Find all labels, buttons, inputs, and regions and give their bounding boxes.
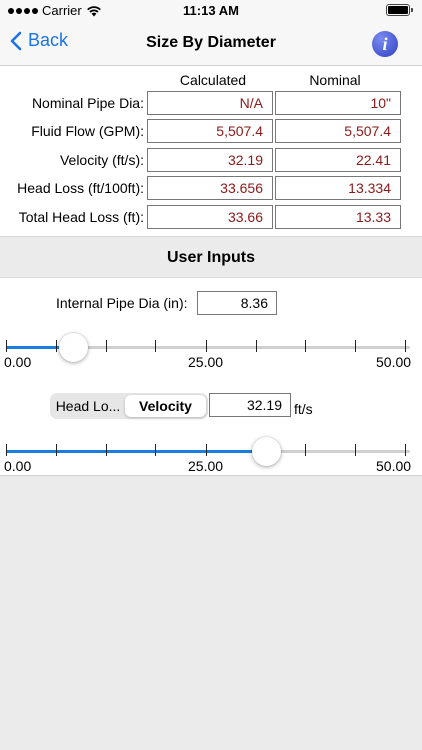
slider-min-label: 0.00	[4, 458, 32, 474]
battery-icon	[386, 4, 413, 16]
calculated-header: Calculated	[179, 72, 247, 88]
slider-tick	[6, 444, 7, 456]
slider-thumb[interactable]	[251, 437, 281, 466]
slider-tick	[305, 340, 306, 352]
slider-max-label: 50.00	[376, 458, 412, 474]
slider-tick	[56, 444, 57, 456]
calculated-velocity: 32.19	[147, 148, 273, 172]
slider-fill	[6, 450, 267, 453]
nominal-fluid-flow: 5,507.4	[275, 119, 401, 143]
slider-tick	[155, 340, 156, 352]
slider-tick	[206, 444, 207, 456]
velocity-input[interactable]: 32.19	[209, 393, 291, 417]
velocity-slider[interactable]: 0.00 25.00 50.00	[0, 434, 422, 474]
slider-tick	[56, 340, 57, 352]
slider-tick	[405, 340, 406, 352]
slider-mid-label: 25.00	[188, 354, 224, 370]
calculated-head-loss: 33.656	[147, 176, 273, 200]
velocity-segment[interactable]: Velocity	[125, 395, 206, 417]
calculated-fluid-flow: 5,507.4	[147, 119, 273, 143]
user-inputs-panel: Internal Pipe Dia (in): 8.36 0.00 25.00 …	[0, 278, 422, 476]
pipe-dia-slider[interactable]: 0.00 25.00 50.00	[0, 330, 422, 370]
slider-tick	[206, 340, 207, 352]
results-table: Calculated Nominal Nominal Pipe Dia: N/A…	[0, 66, 422, 236]
slider-tick	[355, 340, 356, 352]
row-label-fluid-flow: Fluid Flow (GPM):	[31, 123, 144, 139]
slider-tick	[355, 444, 356, 456]
slider-tick	[106, 444, 107, 456]
slider-tick	[106, 340, 107, 352]
pipe-dia-input[interactable]: 8.36	[197, 291, 277, 315]
slider-min-label: 0.00	[4, 354, 32, 370]
navigation-bar: Back Size By Diameter i	[0, 22, 422, 66]
row-label-total-head-loss: Total Head Loss (ft):	[18, 209, 144, 225]
slider-thumb[interactable]	[59, 333, 89, 362]
page-title: Size By Diameter	[146, 34, 276, 51]
slider-tick	[405, 444, 406, 456]
nominal-header: Nominal	[309, 72, 361, 88]
calculated-nominal-pipe-dia: N/A	[147, 91, 273, 115]
head-loss-segment[interactable]: Head Lo...	[52, 395, 124, 417]
slider-max-label: 50.00	[376, 354, 412, 370]
calculated-total-head-loss: 33.66	[147, 205, 273, 229]
slider-tick	[305, 444, 306, 456]
row-label-head-loss: Head Loss (ft/100ft):	[17, 180, 144, 196]
status-bar: Carrier 11:13 AM	[0, 0, 422, 22]
nominal-nominal-pipe-dia: 10"	[275, 91, 401, 115]
nominal-total-head-loss: 13.33	[275, 205, 401, 229]
user-inputs-header: User Inputs	[0, 236, 422, 278]
slider-tick	[6, 340, 7, 352]
slider-tick	[256, 340, 257, 352]
mode-segmented-control: Head Lo... Velocity	[50, 393, 208, 419]
clock: 11:13 AM	[183, 3, 239, 18]
nominal-velocity: 22.41	[275, 148, 401, 172]
row-label-velocity: Velocity (ft/s):	[59, 152, 144, 168]
slider-tick	[155, 444, 156, 456]
slider-mid-label: 25.00	[188, 458, 224, 474]
nominal-head-loss: 13.334	[275, 176, 401, 200]
pipe-dia-label: Internal Pipe Dia (in):	[56, 295, 188, 311]
velocity-unit: ft/s	[294, 401, 313, 417]
row-label-nominal-pipe-dia: Nominal Pipe Dia:	[31, 95, 144, 111]
info-icon[interactable]: i	[372, 31, 398, 57]
